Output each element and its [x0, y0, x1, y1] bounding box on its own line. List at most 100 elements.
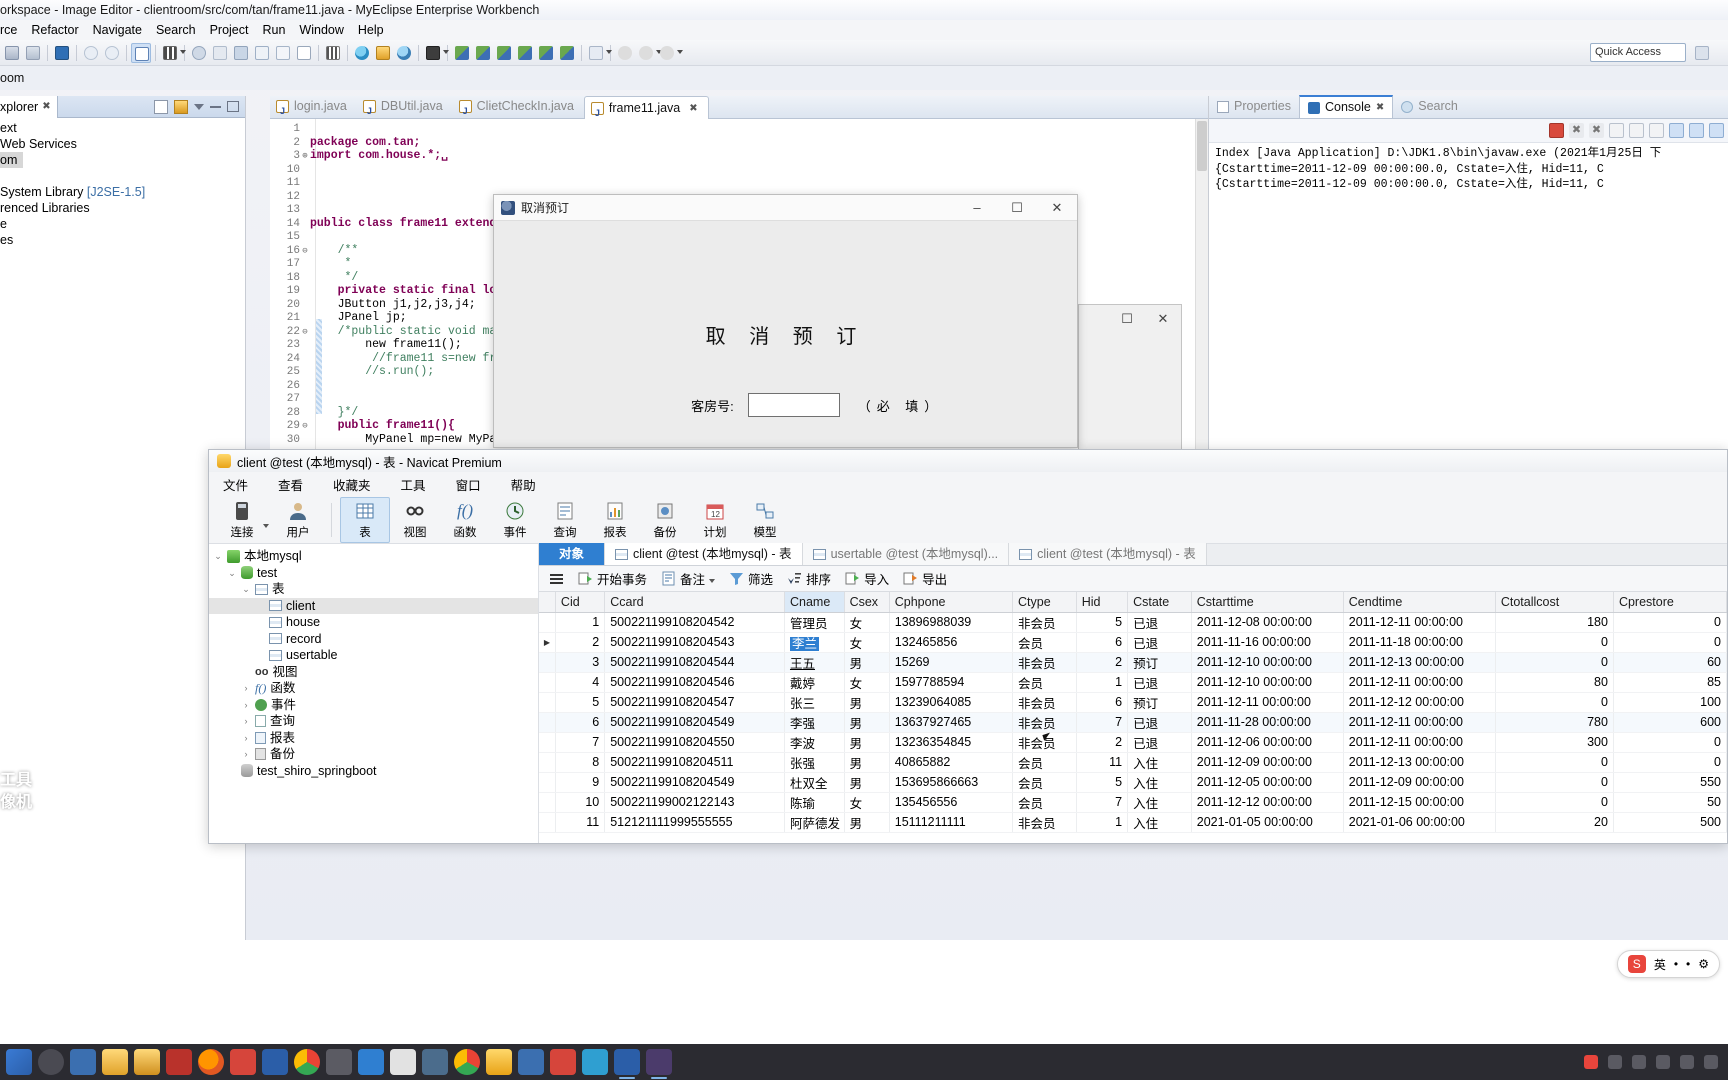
redo-icon[interactable]	[102, 43, 122, 63]
row-marker[interactable]	[539, 752, 556, 773]
cell-cprestore[interactable]: 550	[1613, 772, 1727, 793]
cell-cstarttime[interactable]: 2011-12-08 00:00:00	[1191, 612, 1344, 633]
cell-ctype[interactable]: 非会员	[1012, 652, 1077, 673]
clear-console-icon[interactable]	[1609, 123, 1624, 138]
cell-cprestore[interactable]: 500	[1613, 812, 1727, 833]
console-tabbar[interactable]: Properties Console ✖ Search	[1209, 95, 1728, 119]
cell-cstate[interactable]: 入住	[1127, 752, 1192, 773]
cell-ctotallcost[interactable]: 180	[1495, 612, 1614, 633]
navicat-taskbar-icon run[interactable]	[486, 1049, 512, 1075]
row-marker[interactable]	[539, 672, 556, 693]
open-console-icon[interactable]	[1689, 123, 1704, 138]
tray-chevron-icon[interactable]	[1608, 1055, 1622, 1069]
network-icon[interactable]	[1632, 1055, 1646, 1069]
cell-ctotallcost[interactable]: 0	[1495, 752, 1614, 773]
ribbon-function[interactable]: f() 函数	[440, 497, 490, 543]
cell-ctype[interactable]: 会员	[1012, 792, 1077, 813]
fold-toggle[interactable]: ⊖	[300, 420, 310, 434]
row-marker[interactable]	[539, 812, 556, 833]
cell-hid[interactable]: 5	[1076, 612, 1129, 633]
cell-csex[interactable]: 女	[844, 632, 890, 653]
cell-csex[interactable]: 女	[844, 612, 890, 633]
cell-cstarttime[interactable]: 2011-12-09 00:00:00	[1191, 752, 1344, 773]
ribbon-model[interactable]: 模型	[740, 497, 790, 543]
java-window-behind[interactable]: ☐ ✕	[1078, 304, 1182, 454]
tree-node-test[interactable]: ⌄ test	[209, 565, 538, 582]
console-toolbar[interactable]: ✖ ✖	[1209, 119, 1728, 143]
tab-client-table[interactable]: client @test (本地mysql) - 表	[605, 543, 803, 565]
editor-icon[interactable]	[326, 1049, 352, 1075]
cell-cstate[interactable]: 已退	[1127, 672, 1192, 693]
cell-ctotallcost[interactable]: 80	[1495, 672, 1614, 693]
cell-ctotallcost[interactable]: 20	[1495, 812, 1614, 833]
column-header-cprestore[interactable]: Cprestore	[1613, 592, 1727, 613]
web-browser-icon[interactable]	[352, 43, 372, 63]
tree-node-house[interactable]: house	[209, 614, 538, 631]
data-grid-body[interactable]: 1 500221199108204542 管理员女 13896988039 非会员 5 已退…	[539, 612, 1727, 833]
tree-node-client[interactable]: client	[209, 597, 538, 614]
save-icon[interactable]	[2, 43, 22, 63]
tab-clietcheckin-java[interactable]: ClietCheckIn.java	[453, 95, 584, 123]
tree-node-backups[interactable]: › 备份	[209, 746, 538, 763]
tab-usertable[interactable]: usertable @test (本地mysql)...	[802, 543, 1010, 565]
tab-package-explorer[interactable]: xplorer ✖	[0, 95, 58, 118]
new-java-icon[interactable]	[252, 43, 272, 63]
cell-cstate[interactable]: 已退	[1127, 612, 1192, 633]
mail-icon[interactable]	[518, 1049, 544, 1075]
room-number-input[interactable]	[747, 393, 840, 417]
table-row[interactable]: 8 500221199108204511 张强男 40865882 会员 11 入住 2011…	[539, 752, 1727, 773]
navicat-grid-toolbar[interactable]: 开始事务 备注 筛选 排序 导入 导出	[539, 566, 1727, 592]
ime-mode-label[interactable]: 英	[1654, 956, 1666, 973]
eclipse-menu-bar[interactable]: rce Refactor Navigate Search Project Run…	[0, 20, 1728, 40]
cell-cendtime[interactable]: 2011-12-11 00:00:00	[1343, 732, 1496, 753]
view-menu-icon[interactable]	[194, 103, 204, 110]
cell-cstarttime[interactable]: 2011-12-05 00:00:00	[1191, 772, 1344, 793]
cell-cprestore[interactable]: 0	[1613, 752, 1727, 773]
tree-node-events[interactable]: › 事件	[209, 697, 538, 714]
cell-cprestore[interactable]: 600	[1613, 712, 1727, 733]
tree-item-es[interactable]: es	[0, 232, 245, 248]
navicat-object-tree[interactable]: ⌄ 本地mysql ⌄ test ⌄ 表 client house record us…	[209, 544, 539, 843]
cell-ctotallcost[interactable]: 0	[1495, 772, 1614, 793]
cell-ctotallcost[interactable]: 0	[1495, 692, 1614, 713]
cell-cid[interactable]: 2	[555, 632, 606, 653]
import-button[interactable]: 导入	[845, 569, 889, 588]
wps-icon[interactable]	[230, 1049, 256, 1075]
cell-cprestore[interactable]: 0	[1613, 732, 1727, 753]
cell-cname[interactable]: 戴婷	[784, 672, 845, 693]
ribbon-event[interactable]: 事件	[490, 497, 540, 543]
navicat-ribbon[interactable]: 连接 用户 表 视图 f() 函数 事件 查询 报表 备份 12 计划 模型	[209, 496, 1727, 544]
table-row[interactable]: 3 500221199108204544 王五男 15269 非会员 2 预订 2011-12…	[539, 652, 1727, 673]
cell-cid[interactable]: 8	[555, 752, 606, 773]
navicat-menu-bar[interactable]: 文件 查看 收藏夹 工具 窗口 帮助	[209, 472, 1727, 496]
ribbon-view[interactable]: 视图	[390, 497, 440, 543]
package-icon-2[interactable]	[473, 43, 493, 63]
chrome-2-icon[interactable]	[454, 1049, 480, 1075]
package-explorer-tree[interactable]: ext Web Services om System Library [J2SE…	[0, 118, 245, 248]
cell-cphpone[interactable]: 153695866663	[889, 772, 1014, 793]
notification-icon[interactable]	[1704, 1055, 1718, 1069]
cell-cstate[interactable]: 已退	[1127, 732, 1192, 753]
export-button[interactable]: 导出	[903, 569, 947, 588]
cell-cphpone[interactable]: 13239064085	[889, 692, 1014, 713]
ime-dot2-icon[interactable]: •	[1686, 957, 1690, 971]
chevron-icon[interactable]: ⌄	[241, 581, 251, 598]
chevron-icon[interactable]: ›	[241, 713, 251, 730]
menu-item-navigate[interactable]: Navigate	[93, 20, 142, 40]
table-row[interactable]: ▶ 2 500221199108204543 李兰女 132465856 会员 6 已退 201…	[539, 632, 1727, 653]
cell-cid[interactable]: 7	[555, 732, 606, 753]
tree-node-local-mysql[interactable]: ⌄ 本地mysql	[209, 548, 538, 565]
cell-hid[interactable]: 7	[1076, 792, 1129, 813]
cell-cstate[interactable]: 入住	[1127, 792, 1192, 813]
cell-cendtime[interactable]: 2011-12-11 00:00:00	[1343, 612, 1496, 633]
tab-console[interactable]: Console ✖	[1298, 95, 1394, 118]
last-edit-icon[interactable]	[657, 43, 683, 63]
back-nav-icon[interactable]	[615, 43, 635, 63]
forward-nav-icon[interactable]	[636, 43, 662, 63]
open-perspective-icon[interactable]	[1692, 43, 1712, 63]
cell-hid[interactable]: 5	[1076, 772, 1129, 793]
pdf-reader-icon[interactable]	[166, 1049, 192, 1075]
menu-item-run[interactable]: Run	[262, 20, 285, 40]
cell-cendtime[interactable]: 2011-12-13 00:00:00	[1343, 752, 1496, 773]
menu-item-refactor[interactable]: Refactor	[31, 20, 78, 40]
